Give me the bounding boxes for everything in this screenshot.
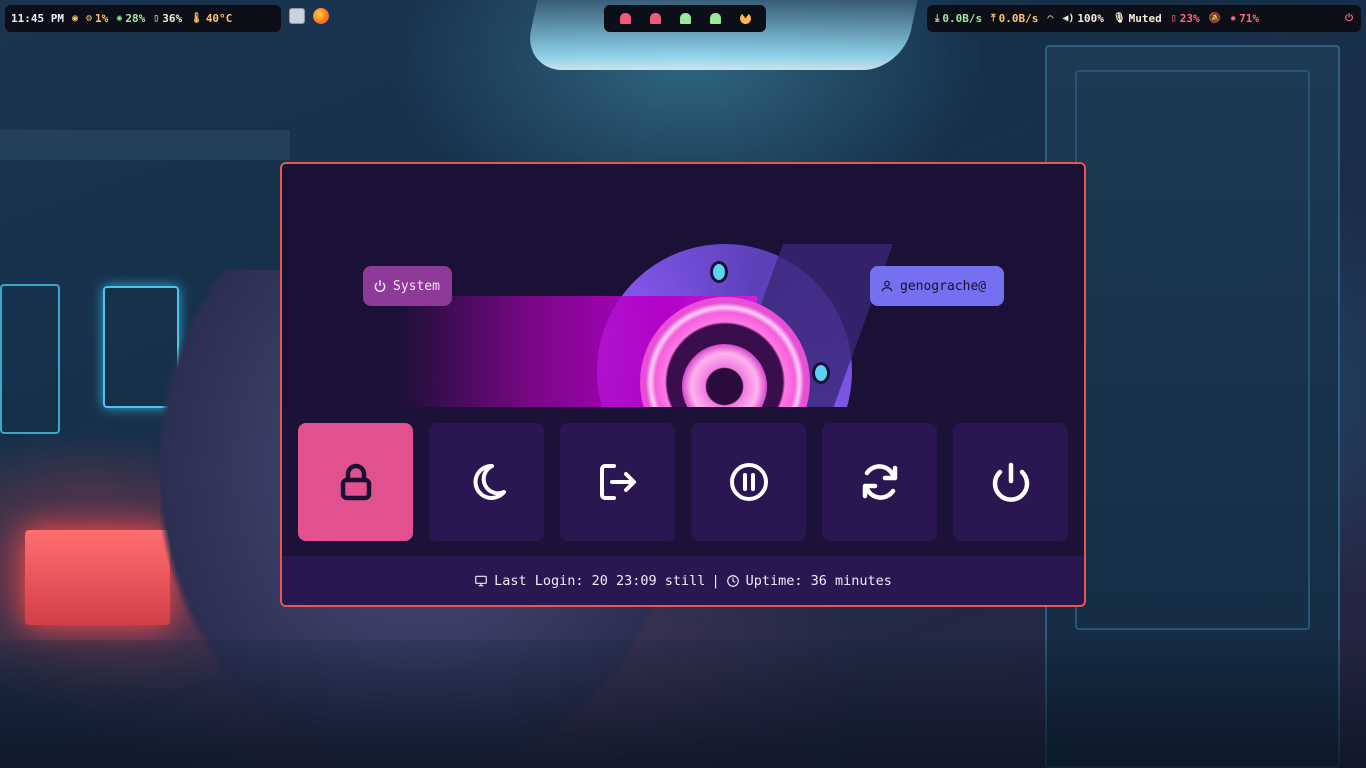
wallpaper-shelf — [0, 130, 290, 160]
workspace-switcher — [604, 5, 766, 32]
suspend-button[interactable] — [429, 423, 544, 541]
wallpaper-panel — [0, 284, 60, 434]
user-label: genograche@ — [900, 278, 987, 294]
workspace-1-ghost-icon[interactable] — [619, 13, 631, 24]
brightness[interactable]: ✹ 71% — [1230, 12, 1259, 25]
speaker-icon: ◀) — [1062, 12, 1075, 24]
uptime-text: Uptime: 36 minutes — [745, 572, 892, 589]
power-icon: ⏻ — [1345, 12, 1353, 24]
user-chip[interactable]: genograche@ — [870, 266, 1004, 306]
notifications[interactable]: 🔕 — [1208, 12, 1222, 24]
wifi[interactable]: ◠ — [1047, 12, 1054, 24]
status-bar-left: 11:45 PM ◉ ⚙ 1% ✺ 28% ▯ 36% 🌡 40°C — [5, 5, 281, 32]
power-actions — [282, 407, 1084, 556]
volume-value: 100% — [1077, 12, 1104, 25]
disk-icon: ▯ — [153, 12, 160, 24]
memory-icon: ✺ — [116, 12, 123, 24]
clock[interactable]: 11:45 PM — [11, 12, 64, 25]
banner-dot-art — [710, 261, 728, 283]
logout-button[interactable] — [560, 423, 675, 541]
power-menu: System genograche@ Last Login: 20 23:09 … — [280, 162, 1086, 607]
hibernate-button[interactable] — [691, 423, 806, 541]
power-menu-banner: System genograche@ — [282, 164, 1084, 407]
status-bar-right: ⤓ 0.0B/s ⤒ 0.0B/s ◠ ◀) 100% 🎙 Muted ▯ 23… — [927, 5, 1361, 32]
workspace-3-ghost-icon[interactable] — [679, 13, 691, 24]
refresh-icon — [862, 464, 897, 500]
memory-value: 28% — [125, 12, 146, 25]
cpu-usage[interactable]: ⚙ 1% — [86, 12, 108, 25]
power-menu-toggle[interactable]: ⏻ — [1345, 12, 1353, 24]
wallpaper-neon-sign — [25, 530, 170, 625]
thermometer-icon: 🌡 — [190, 12, 203, 24]
power-icon — [992, 462, 1029, 502]
temperature[interactable]: 🌡 40°C — [190, 12, 232, 25]
network-download[interactable]: ⤓ 0.0B/s — [935, 12, 982, 25]
workspace-5-pacman-icon[interactable] — [739, 13, 751, 24]
microphone[interactable]: 🎙 Muted — [1113, 12, 1162, 25]
monitor-icon — [475, 575, 487, 586]
wallpaper-panel — [103, 286, 179, 408]
clock-label: 11:45 PM — [11, 12, 64, 25]
shutdown-button[interactable] — [953, 423, 1068, 541]
clock-icon — [726, 574, 739, 587]
moon-icon — [473, 463, 506, 500]
system-label: System — [393, 278, 440, 294]
microphone-icon: 🎙 — [1112, 12, 1126, 24]
logout-icon — [599, 464, 636, 500]
battery-icon: ▯ — [1170, 12, 1177, 24]
volume[interactable]: ◀) 100% — [1062, 12, 1104, 25]
system-chip[interactable]: System — [363, 266, 452, 306]
lock-icon — [340, 463, 371, 501]
lock-button[interactable] — [298, 423, 413, 541]
workspace-2-ghost-icon[interactable] — [649, 13, 661, 24]
wallpaper-desk — [0, 640, 1366, 768]
banner-dot-art — [812, 362, 830, 384]
upload-icon: ⤒ — [991, 12, 996, 24]
pause-icon — [729, 463, 768, 501]
wallpaper-door-panel — [1075, 70, 1310, 630]
brightness-icon: ✹ — [1230, 12, 1237, 24]
cpu-module[interactable]: ◉ — [71, 12, 79, 24]
download-icon: ⤓ — [935, 12, 940, 24]
temperature-value: 40°C — [205, 12, 233, 25]
power-icon — [374, 280, 386, 292]
battery[interactable]: ▯ 23% — [1171, 12, 1200, 25]
upload-value: 0.0B/s — [998, 12, 1039, 25]
brightness-value: 71% — [1239, 12, 1260, 25]
file-manager-icon[interactable] — [289, 8, 305, 24]
firefox-icon[interactable] — [313, 8, 329, 24]
last-login-text: Last Login: 20 23:09 still — [494, 572, 706, 589]
workspace-4-ghost-icon[interactable] — [709, 13, 721, 24]
power-menu-footer: Last Login: 20 23:09 still | Uptime: 36 … — [282, 556, 1084, 605]
memory-usage[interactable]: ✺ 28% — [116, 12, 145, 25]
battery-value: 23% — [1179, 12, 1200, 25]
download-value: 0.0B/s — [942, 12, 983, 25]
cpu-icon: ⚙ — [86, 12, 93, 24]
footer-separator: | — [711, 572, 720, 589]
mic-status: Muted — [1128, 12, 1162, 25]
toggle-icon: ◉ — [71, 12, 79, 24]
cpu-value: 1% — [95, 12, 109, 25]
wifi-icon: ◠ — [1047, 12, 1054, 24]
wallpaper-door — [1045, 45, 1340, 768]
disk-usage[interactable]: ▯ 36% — [153, 12, 182, 25]
disk-value: 36% — [162, 12, 183, 25]
user-icon — [881, 280, 893, 292]
bell-muted-icon: 🔕 — [1208, 12, 1222, 24]
taskbar-apps — [289, 8, 329, 24]
network-upload[interactable]: ⤒ 0.0B/s — [991, 12, 1038, 25]
reboot-button[interactable] — [822, 423, 937, 541]
